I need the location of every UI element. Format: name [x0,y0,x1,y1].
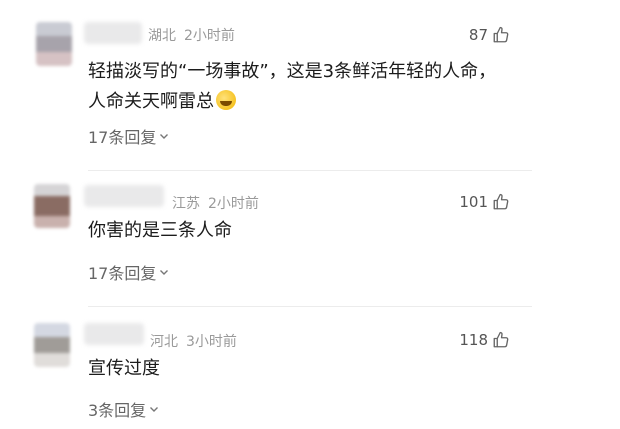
chevron-down-icon [160,270,169,275]
comment-item: 湖北 2小时前 87 轻描淡写的“一场事故”，这是3条鲜活年轻的人命， 人命关天啊… [0,0,620,170]
comment-text-line: 宣传过度 [88,358,160,379]
username-redacted[interactable] [84,323,144,345]
thumbs-up-icon [493,331,509,348]
view-replies-button[interactable]: 3条回复 [88,397,159,421]
comment-location: 河北 [150,334,178,350]
comment-meta: 江苏 2小时前 [172,193,259,213]
like-count: 87 [468,26,488,44]
reply-count: 17条回复 [88,128,157,147]
reply-count: 17条回复 [88,264,157,283]
like-button[interactable]: 101 [459,193,510,211]
comment-text-line: 人命关天啊雷总 [88,87,496,117]
thumbs-up-icon [493,26,509,43]
username-redacted[interactable] [84,22,142,44]
comment-time: 3小时前 [186,334,237,350]
chevron-down-icon [150,407,159,412]
comment-meta: 河北 3小时前 [150,331,237,351]
chevron-down-icon [160,134,169,139]
comment-text-segment: 人命关天啊雷总 [88,91,214,112]
comment-location: 江苏 [172,196,200,212]
comment-location: 湖北 [148,28,176,44]
like-button[interactable]: 87 [469,26,510,44]
like-button[interactable]: 118 [459,331,510,349]
laughing-crying-emoji-icon [216,90,236,110]
comment-item: 江苏 2小时前 101 你害的是三条人命 17条回复 [0,171,620,306]
comment-text-line: 轻描淡写的“一场事故”，这是3条鲜活年轻的人命， [88,61,497,82]
view-replies-button[interactable]: 17条回复 [88,260,169,284]
comment-item: 河北 3小时前 118 宣传过度 3条回复 [0,307,620,429]
thumbs-up-icon [493,193,509,210]
comment-text: 你害的是三条人命 [88,216,232,246]
avatar[interactable] [36,22,72,66]
comment-time: 2小时前 [208,196,259,212]
like-count: 118 [459,331,488,349]
like-count: 101 [459,193,488,211]
comment-meta: 湖北 2小时前 [148,25,235,45]
comment-text: 轻描淡写的“一场事故”，这是3条鲜活年轻的人命， 人命关天啊雷总 [88,57,496,117]
comment-time: 2小时前 [184,28,235,44]
comment-text-line: 你害的是三条人命 [88,220,232,241]
avatar[interactable] [34,323,70,367]
view-replies-button[interactable]: 17条回复 [88,124,169,148]
reply-count: 3条回复 [88,401,147,420]
avatar[interactable] [34,184,70,228]
username-redacted[interactable] [84,185,164,207]
comment-text: 宣传过度 [88,354,160,384]
